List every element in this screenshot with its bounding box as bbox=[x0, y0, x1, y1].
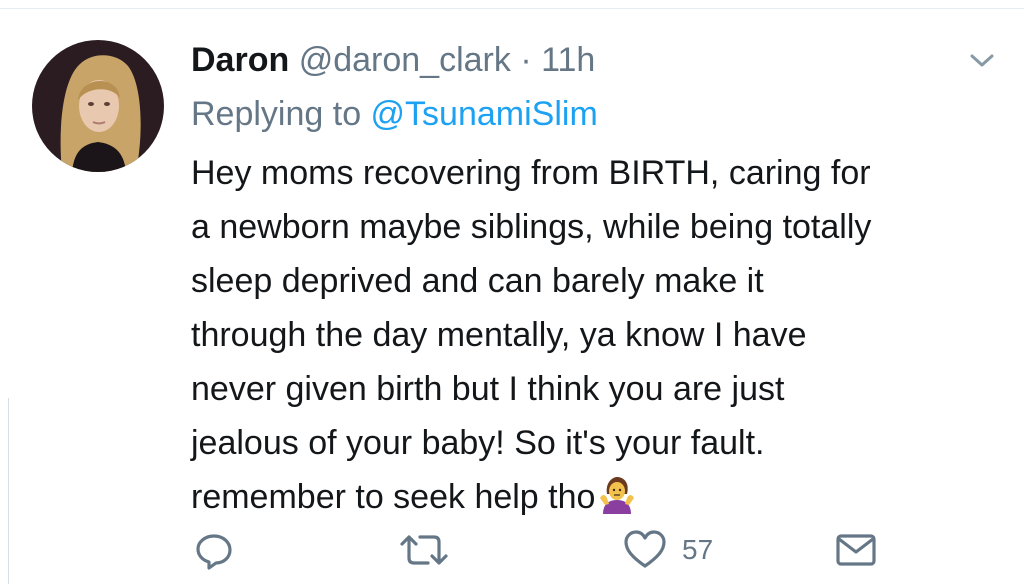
tweet-text: Hey moms recovering from BIRTH, caring f… bbox=[191, 146, 1011, 524]
timestamp[interactable]: 11h bbox=[541, 41, 595, 79]
tweet-text-line: sleep deprived and can barely make it bbox=[191, 262, 764, 300]
tweet-text-line: a newborn maybe siblings, while being to… bbox=[191, 208, 872, 246]
replying-label: Replying to bbox=[191, 95, 371, 133]
person-shrugging-emoji bbox=[600, 477, 635, 514]
tweet-actions: 57 bbox=[0, 522, 1024, 578]
replying-mention-link[interactable]: @TsunamiSlim bbox=[371, 95, 598, 133]
tweet-text-line: Hey moms recovering from BIRTH, caring f… bbox=[191, 154, 871, 192]
heart-icon bbox=[624, 530, 666, 568]
avatar-image bbox=[32, 40, 164, 172]
chevron-down-icon[interactable] bbox=[966, 48, 998, 72]
separator-dot: · bbox=[520, 41, 532, 79]
author-handle[interactable]: @daron_clark bbox=[299, 41, 511, 79]
retweet-icon bbox=[400, 535, 448, 565]
tweet-text-line: remember to seek help tho bbox=[191, 478, 596, 516]
direct-message-button[interactable] bbox=[834, 528, 878, 572]
tweet-header: Daron @daron_clark · 11h bbox=[191, 38, 595, 82]
replying-to-line: Replying to @TsunamiSlim bbox=[191, 92, 598, 136]
avatar[interactable] bbox=[32, 40, 164, 172]
tweet-text-last-line: remember to seek help tho bbox=[191, 470, 1011, 524]
author-name[interactable]: Daron bbox=[191, 41, 289, 79]
tweet-text-line: never given birth but I think you are ju… bbox=[191, 370, 785, 408]
retweet-button[interactable] bbox=[398, 528, 450, 572]
tweet-text-line: through the day mentally, ya know I have bbox=[191, 316, 807, 354]
like-button[interactable]: 57 bbox=[622, 528, 713, 572]
tweet-text-line: jealous of your baby! So it's your fault… bbox=[191, 424, 765, 462]
reply-button[interactable] bbox=[192, 528, 236, 572]
envelope-icon bbox=[836, 534, 876, 566]
top-divider bbox=[0, 8, 1024, 9]
reply-icon bbox=[196, 534, 232, 570]
like-count: 57 bbox=[682, 534, 714, 565]
